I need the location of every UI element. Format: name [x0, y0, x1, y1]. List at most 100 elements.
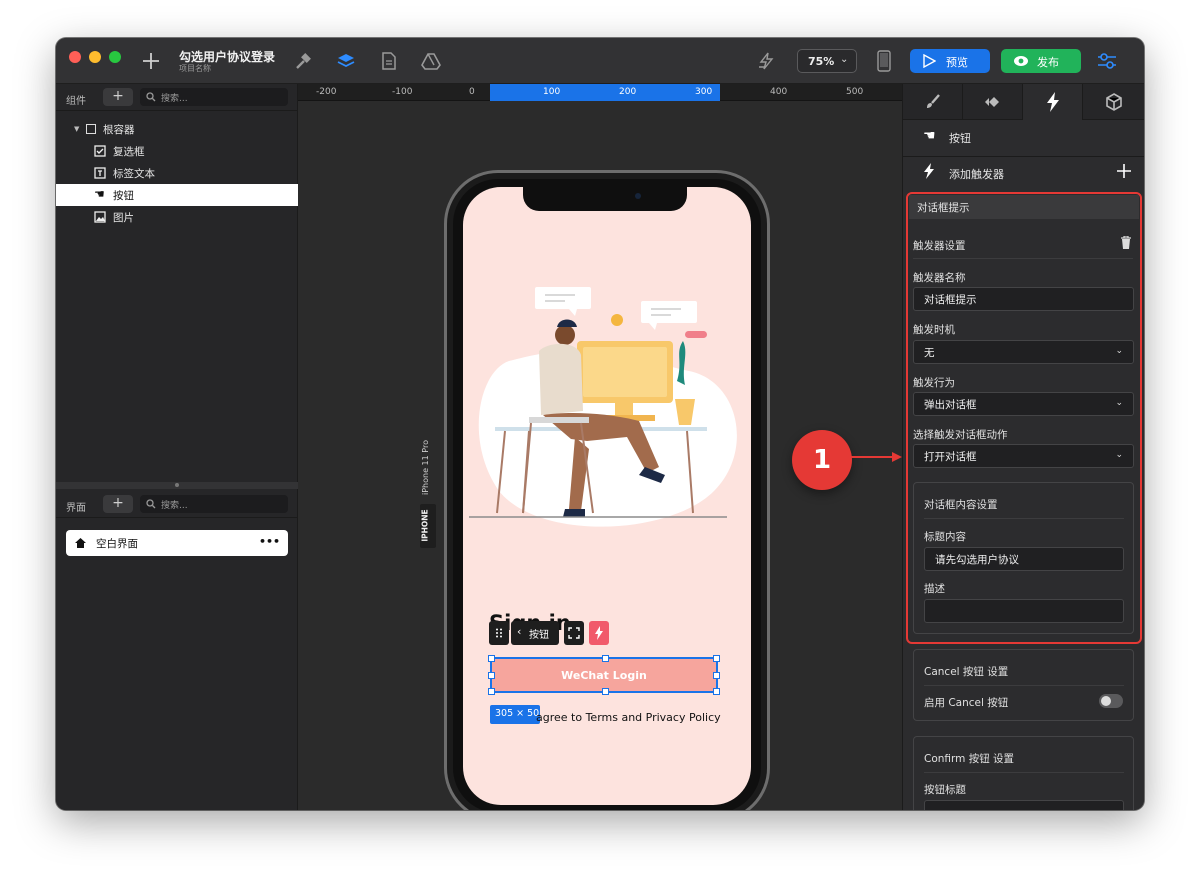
document-icon[interactable]: [378, 50, 400, 72]
trigger-name-label: 触发器名称: [913, 272, 966, 284]
device-tag: IPHONE: [420, 504, 436, 548]
fit-frame-button[interactable]: [564, 621, 584, 645]
tree-item-label: 复选框: [113, 145, 145, 158]
tree-item-text-label[interactable]: 标签文本: [56, 162, 298, 184]
minimize-window-button[interactable]: [89, 51, 101, 63]
trigger-header[interactable]: 对话框提示: [909, 195, 1139, 219]
description-label: 描述: [924, 583, 945, 595]
confirm-settings-label: Confirm 按钮 设置: [924, 753, 1015, 765]
panel-splitter[interactable]: [56, 482, 298, 489]
brush-icon: [926, 94, 940, 108]
tree-item-label: 按钮: [113, 189, 134, 202]
cancel-settings-label: Cancel 按钮 设置: [924, 666, 1009, 678]
resize-handle[interactable]: [713, 655, 720, 662]
layers-icon[interactable]: [335, 50, 357, 72]
resize-handle[interactable]: [602, 688, 609, 695]
home-icon: [75, 538, 86, 548]
resize-handle[interactable]: [713, 688, 720, 695]
title-content-label: 标题内容: [924, 531, 966, 543]
design-canvas[interactable]: -200 -100 0 100 200 300 400 500 iPhone 1…: [298, 84, 902, 810]
new-plus-icon[interactable]: [140, 50, 162, 72]
confirm-settings-box: Confirm 按钮 设置 按钮标题: [913, 736, 1134, 810]
enable-cancel-label: 启用 Cancel 按钮: [924, 697, 1009, 709]
zoom-select[interactable]: 75% ⌄: [797, 49, 857, 73]
component-search-input[interactable]: 搜索...: [140, 88, 288, 106]
device-phone-icon[interactable]: [874, 49, 894, 73]
tree-item-checkbox[interactable]: 复选框: [56, 140, 298, 162]
callout-badge: 1: [792, 430, 852, 490]
trigger-name-input[interactable]: 对话框提示: [913, 287, 1134, 311]
trigger-action-label: 触发行为: [913, 377, 955, 389]
wechat-login-button[interactable]: WeChat Login: [488, 655, 720, 695]
ruler-tick: -200: [316, 87, 337, 97]
phone-notch: [523, 187, 687, 211]
lightning-icon: [924, 163, 934, 179]
chevron-down-icon: ⌄: [1115, 346, 1123, 356]
selected-component-name: 按钮: [949, 132, 971, 145]
resize-handle[interactable]: [713, 672, 720, 679]
search-icon: [146, 92, 156, 102]
description-input[interactable]: [924, 599, 1124, 623]
horizontal-ruler: -200 -100 0 100 200 300 400 500: [298, 84, 902, 101]
drag-handle-button[interactable]: [489, 621, 509, 645]
screen-name: 空白界面: [96, 538, 138, 550]
enable-cancel-toggle[interactable]: [1099, 694, 1123, 708]
publish-button[interactable]: 发布: [1001, 49, 1081, 73]
parent-select-button[interactable]: ‹ 按钮: [511, 621, 559, 645]
trigger-timing-select[interactable]: 无 ⌄: [913, 340, 1134, 364]
screen-search-input[interactable]: 搜索...: [140, 495, 288, 513]
chevron-down-icon: ⌄: [1115, 450, 1123, 460]
ruler-tick: 400: [770, 87, 788, 97]
tree-root[interactable]: ▼ 根容器: [56, 118, 298, 140]
add-screen-button[interactable]: +: [103, 495, 133, 513]
flash-settings-icon[interactable]: [756, 50, 778, 72]
resize-handle[interactable]: [488, 672, 495, 679]
trigger-header-label: 对话框提示: [917, 202, 970, 214]
screens-label: 界面: [66, 503, 86, 514]
grip-dots-icon: [496, 628, 502, 638]
illustration-image: [469, 287, 737, 527]
trash-icon[interactable]: [1121, 236, 1131, 249]
tree-item-label: 标签文本: [113, 167, 155, 180]
tree-item-button[interactable]: ☚ 按钮: [56, 184, 298, 206]
dialog-action-label: 选择触发对话框动作: [913, 429, 1008, 441]
dialog-action-select[interactable]: 打开对话框 ⌄: [913, 444, 1134, 468]
tab-style[interactable]: [903, 84, 963, 120]
trigger-button[interactable]: [589, 621, 609, 645]
tree-item-image[interactable]: 图片: [56, 206, 298, 228]
tab-components[interactable]: [963, 84, 1023, 120]
ruler-tick: 100: [543, 87, 561, 97]
drive-icon[interactable]: [420, 50, 442, 72]
hammer-icon[interactable]: [292, 51, 314, 73]
maximize-window-button[interactable]: [109, 51, 121, 63]
sliders-icon[interactable]: [1096, 50, 1118, 72]
dialog-content-settings-label: 对话框内容设置: [924, 499, 998, 511]
resize-handle[interactable]: [602, 655, 609, 662]
title-content-input[interactable]: 请先勾选用户协议: [924, 547, 1124, 571]
trigger-timing-label: 触发时机: [913, 324, 955, 336]
preview-button[interactable]: 预览: [910, 49, 990, 73]
screen-item[interactable]: 空白界面 •••: [66, 530, 288, 556]
lightning-icon: [595, 626, 603, 640]
close-window-button[interactable]: [69, 51, 81, 63]
tab-3d[interactable]: [1083, 84, 1144, 120]
callout-arrow-icon: [850, 452, 902, 462]
tab-interactions[interactable]: [1023, 84, 1083, 120]
more-menu-icon[interactable]: •••: [259, 535, 280, 548]
resize-handle[interactable]: [488, 688, 495, 695]
button-title-input[interactable]: [924, 800, 1124, 810]
size-badge: 305 × 50: [490, 705, 540, 724]
wechat-login-label: WeChat Login: [561, 668, 647, 682]
trigger-action-select[interactable]: 弹出对话框 ⌄: [913, 392, 1134, 416]
titlebar: 勾选用户协议登录 项目名称 75% ⌄ 预览 发布: [56, 38, 1144, 84]
resize-handle[interactable]: [488, 655, 495, 662]
phone-screen[interactable]: Sign in ‹ 按钮 WeChat Login: [463, 187, 751, 805]
left-panel: 组件 + 搜索... ▼ 根容器 复选框 标签文本 ☚ 按钮 图片 界面 + 搜…: [56, 84, 298, 810]
button-title-label: 按钮标题: [924, 784, 966, 796]
add-trigger-button[interactable]: [1115, 162, 1133, 180]
image-icon: [94, 211, 106, 223]
ruler-tick: 200: [619, 87, 637, 97]
add-component-button[interactable]: +: [103, 88, 133, 106]
zoom-value: 75%: [808, 55, 835, 68]
preview-label: 预览: [946, 56, 968, 69]
